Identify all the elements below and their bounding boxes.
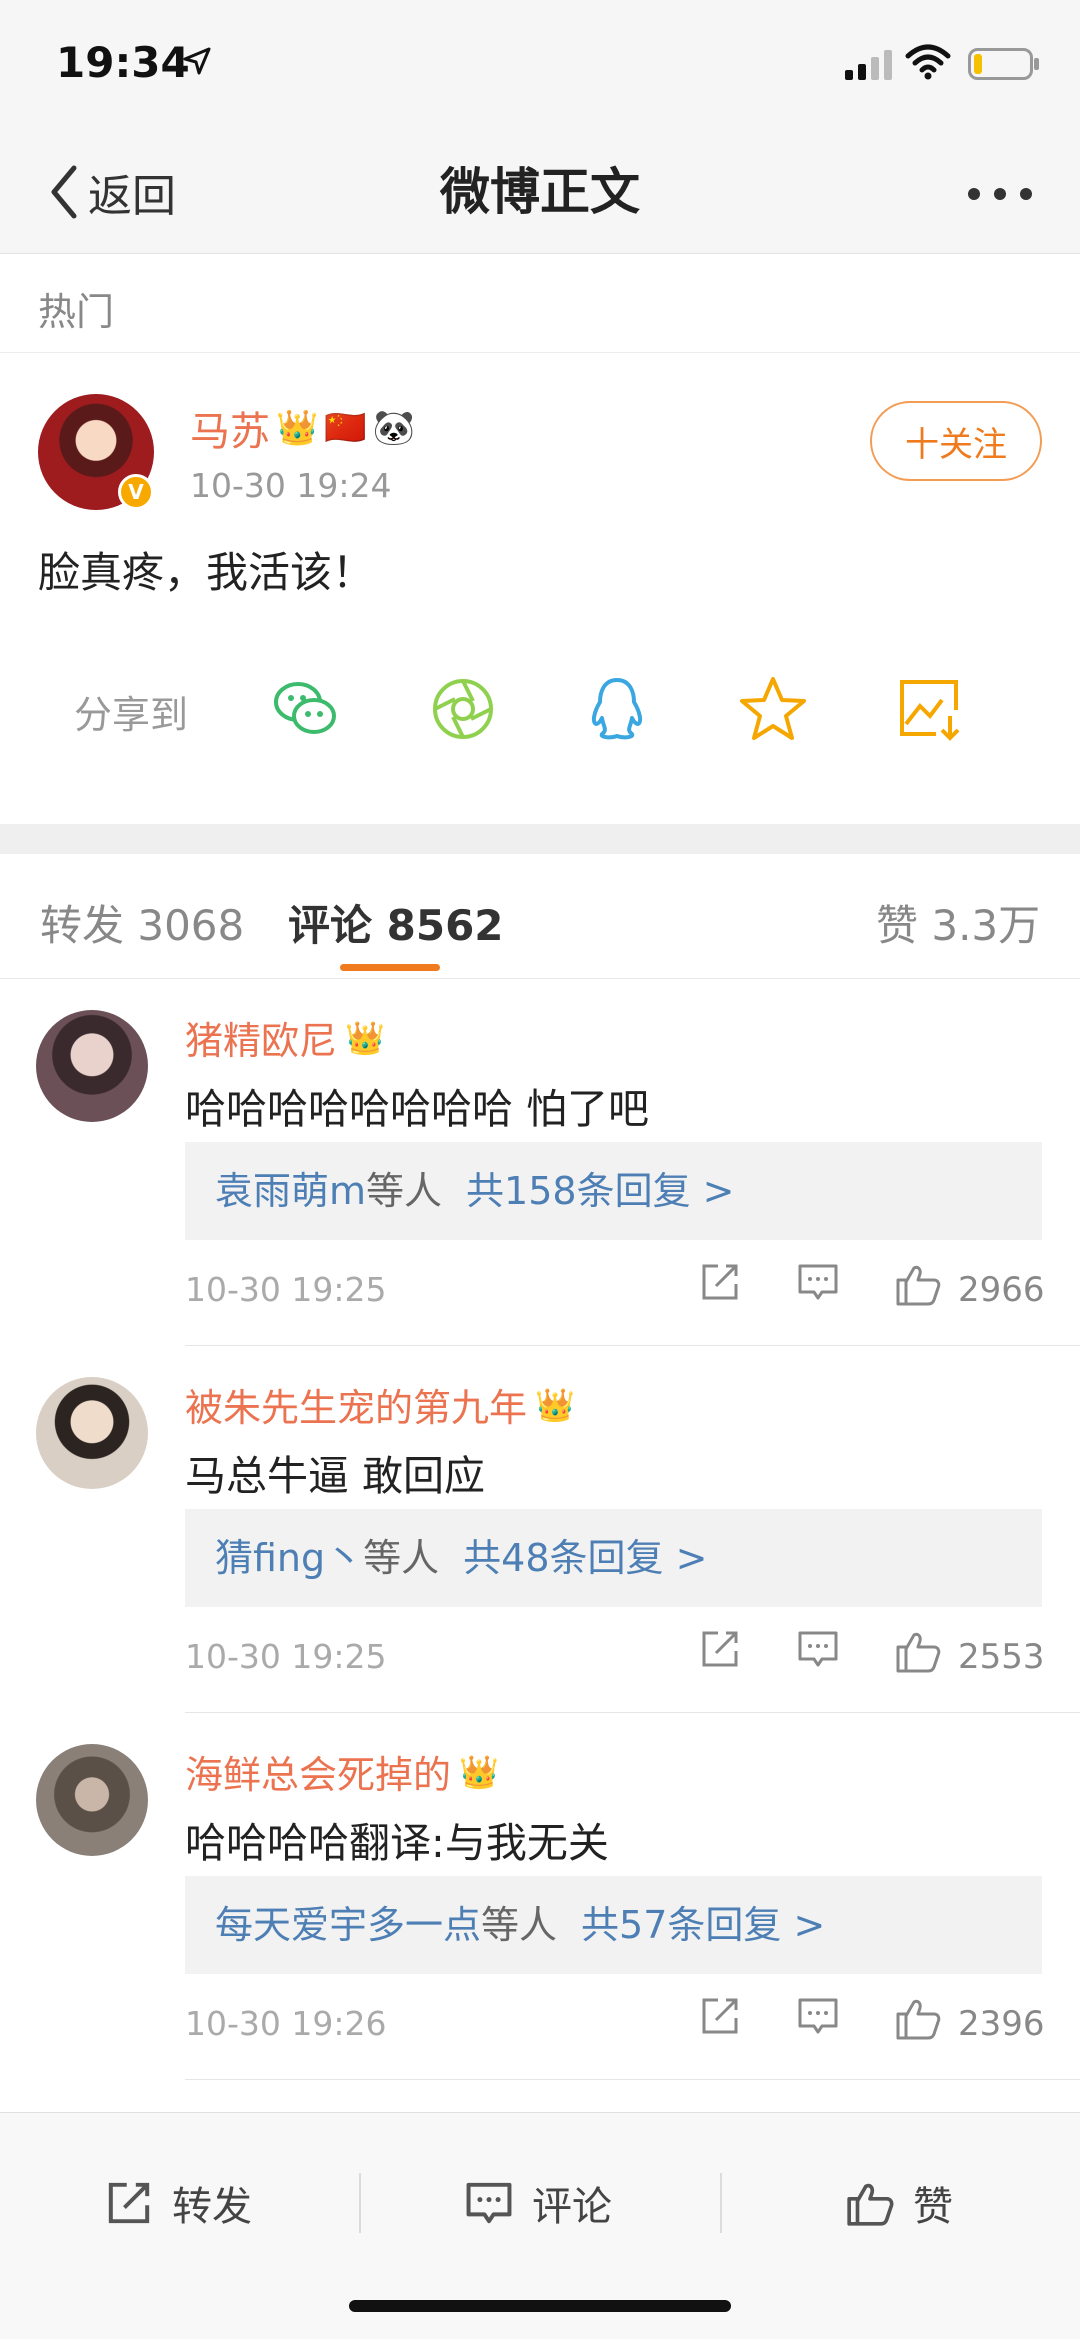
like-count: 2553 (958, 1637, 1045, 1677)
active-tab-indicator (340, 964, 440, 971)
section-divider (0, 824, 1080, 854)
cellular-signal-icon (845, 50, 892, 80)
location-arrow-icon (183, 47, 211, 75)
divider (185, 1345, 1080, 1346)
status-time: 19:34 (56, 38, 190, 87)
hot-label: 热门 (38, 290, 115, 334)
like-button[interactable]: 赞 (845, 2153, 953, 2253)
crown-icon: 👑 (276, 408, 319, 448)
post-tabs: 转发 3068 评论 8562 赞 3.3万 (0, 854, 1080, 979)
moments-icon[interactable] (428, 674, 498, 744)
dot-icon (994, 188, 1006, 200)
like-thumb-icon[interactable] (894, 1260, 942, 1308)
comment-label: 评论 (532, 2184, 612, 2230)
commenter-name[interactable]: 海鲜总会死掉的 (185, 1744, 451, 1799)
commenter-name-row[interactable]: 猪精欧尼 👑 (185, 1010, 385, 1065)
commenter-avatar[interactable] (36, 1744, 148, 1856)
repost-label: 转发 (172, 2184, 252, 2230)
crown-icon: 👑 (459, 1752, 499, 1791)
tab-comments[interactable]: 评论 8562 (288, 892, 504, 953)
author-name[interactable]: 马苏 (190, 399, 270, 457)
comment-icon[interactable] (796, 1627, 840, 1671)
battery-icon (968, 48, 1039, 80)
share-row: 分享到 (0, 654, 1080, 754)
tab-likes[interactable]: 赞 3.3万 (876, 892, 1040, 953)
divider (185, 2079, 1080, 2080)
nav-bar: 返回 微博正文 (0, 130, 1080, 254)
comment-text: 哈哈哈哈哈哈哈哈 怕了吧 (185, 1085, 650, 1133)
commenter-avatar[interactable] (36, 1377, 148, 1489)
comment-item: 猪精欧尼 👑 哈哈哈哈哈哈哈哈 怕了吧 袁雨萌m等人 共158条回复 > 10-3… (0, 980, 1080, 1346)
reply-suffix: 等人 (363, 1536, 440, 1580)
save-image-icon[interactable] (896, 674, 966, 744)
post-text: 脸真疼，我活该！ (38, 548, 375, 597)
comment-time: 10-30 19:26 (185, 2004, 387, 2043)
reply-count-link[interactable]: 共48条回复 > (463, 1536, 707, 1580)
reply-users[interactable]: 每天爱宇多一点 (215, 1903, 481, 1947)
divider (359, 2173, 361, 2233)
wifi-icon (905, 44, 951, 80)
comment-time: 10-30 19:25 (185, 1637, 387, 1676)
commenter-avatar[interactable] (36, 1010, 148, 1122)
comment-text: 马总牛逼 敢回应 (185, 1452, 486, 1500)
dot-icon (1020, 188, 1032, 200)
comment-icon[interactable] (796, 1260, 840, 1304)
commenter-name-row[interactable]: 被朱先生宠的第九年 👑 (185, 1377, 575, 1432)
tab-repost[interactable]: 转发 3068 (40, 892, 244, 953)
reply-users[interactable]: 猜fing丶 (215, 1536, 363, 1580)
status-bar: 19:34 (0, 0, 1080, 130)
commenter-name-row[interactable]: 海鲜总会死掉的 👑 (185, 1744, 499, 1799)
weibo-post: V 马苏 👑 🇨🇳 🐼 10-30 19:24 十关注 脸真疼，我活该！ 分享到 (0, 354, 1080, 824)
more-options-button[interactable] (968, 188, 1032, 200)
reply-suffix: 等人 (481, 1903, 558, 1947)
like-label: 赞 (913, 2184, 953, 2230)
china-flag-icon: 🇨🇳 (324, 408, 367, 448)
like-count: 2966 (958, 1270, 1045, 1310)
reply-summary[interactable]: 猜fing丶等人 共48条回复 > (185, 1509, 1042, 1607)
crown-icon: 👑 (535, 1385, 575, 1424)
commenter-name[interactable]: 被朱先生宠的第九年 (185, 1377, 527, 1432)
repost-icon[interactable] (698, 1260, 742, 1304)
like-thumb-icon[interactable] (894, 1627, 942, 1675)
comment-item: 海鲜总会死掉的 👑 哈哈哈哈翻译:与我无关 每天爱宇多一点等人 共57条回复 > … (0, 1714, 1080, 2080)
repost-icon[interactable] (698, 1994, 742, 2038)
reply-count-link[interactable]: 共57条回复 > (581, 1903, 825, 1947)
reply-summary[interactable]: 袁雨萌m等人 共158条回复 > (185, 1142, 1042, 1240)
wechat-icon[interactable] (270, 674, 340, 744)
commenter-name[interactable]: 猪精欧尼 (185, 1010, 337, 1065)
like-count: 2396 (958, 2004, 1045, 2044)
dot-icon (968, 188, 980, 200)
share-label: 分享到 (74, 693, 189, 737)
comment-time: 10-30 19:25 (185, 1270, 387, 1309)
favorite-star-icon[interactable] (738, 674, 808, 744)
qq-icon[interactable] (582, 674, 652, 744)
divider (720, 2173, 722, 2233)
comment-icon[interactable] (796, 1994, 840, 2038)
comment-item: 被朱先生宠的第九年 👑 马总牛逼 敢回应 猜fing丶等人 共48条回复 > 10… (0, 1347, 1080, 1713)
verified-badge-icon: V (118, 474, 154, 510)
panda-icon: 🐼 (372, 408, 416, 448)
reply-summary[interactable]: 每天爱宇多一点等人 共57条回复 > (185, 1876, 1042, 1974)
divider (185, 1712, 1080, 1713)
comment-text: 哈哈哈哈翻译:与我无关 (185, 1819, 609, 1867)
page-title: 微博正文 (440, 163, 640, 221)
comment-icon (466, 2182, 512, 2224)
repost-button[interactable]: 转发 (104, 2153, 252, 2253)
repost-icon (108, 2182, 150, 2224)
like-thumb-icon[interactable] (894, 1994, 942, 2042)
home-indicator[interactable] (349, 2300, 731, 2312)
post-time: 10-30 19:24 (190, 466, 392, 505)
crown-icon: 👑 (345, 1018, 385, 1057)
comment-button[interactable]: 评论 (464, 2153, 612, 2253)
follow-button[interactable]: 十关注 (870, 401, 1042, 481)
repost-icon[interactable] (698, 1627, 742, 1671)
like-thumb-icon (847, 2183, 894, 2226)
reply-suffix: 等人 (366, 1169, 443, 1213)
reply-count-link[interactable]: 共158条回复 > (466, 1169, 734, 1213)
author-name-row[interactable]: 马苏 👑 🇨🇳 🐼 (190, 399, 415, 457)
reply-users[interactable]: 袁雨萌m (215, 1169, 366, 1213)
hot-section-header: 热门 (0, 255, 1080, 353)
